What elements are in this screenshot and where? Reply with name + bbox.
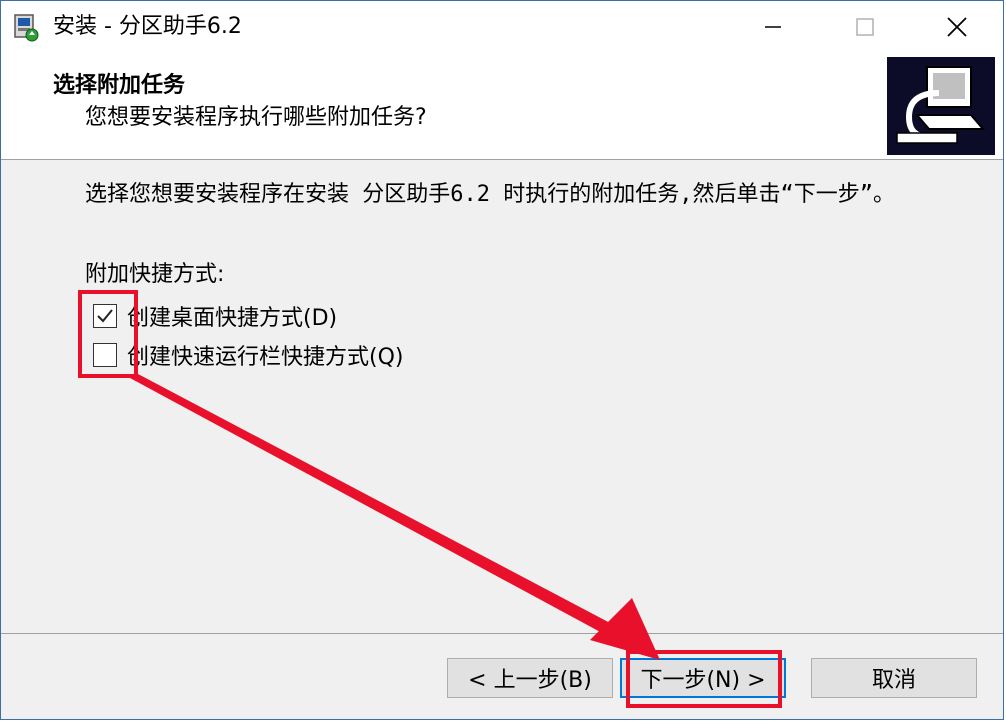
installer-icon (14, 14, 39, 42)
desktop-shortcut-label[interactable]: 创建桌面快捷方式(D) (127, 300, 337, 332)
checkbox-highlight-box (78, 290, 138, 378)
computer-install-icon (887, 57, 995, 155)
shortcut-group-label: 附加快捷方式: (85, 262, 225, 287)
minimize-icon (765, 26, 781, 28)
next-button-highlight-box (626, 650, 782, 708)
minimize-button[interactable] (727, 1, 819, 53)
page-title: 选择附加任务 (53, 73, 186, 98)
footer-divider (1, 633, 1003, 634)
quicklaunch-shortcut-label[interactable]: 创建快速运行栏快捷方式(Q) (127, 339, 403, 371)
cancel-button[interactable]: 取消 (811, 658, 977, 698)
back-button[interactable]: < 上一步(B) (447, 658, 613, 698)
close-icon (947, 17, 967, 37)
wizard-content: 选择您想要安装程序在安装 分区助手6.2 时执行的附加任务,然后单击“下一步”。… (1, 160, 1003, 632)
maximize-icon (856, 18, 874, 36)
page-subtitle: 您想要安装程序执行哪些附加任务? (85, 105, 427, 130)
close-button[interactable] (911, 1, 1003, 53)
title-bar: 安装 - 分区助手6.2 (1, 1, 1003, 53)
wizard-header: 选择附加任务 您想要安装程序执行哪些附加任务? (1, 53, 1003, 160)
maximize-button[interactable] (819, 1, 911, 53)
window-title: 安装 - 分区助手6.2 (53, 14, 242, 39)
quicklaunch-shortcut-option[interactable]: 创建快速运行栏快捷方式(Q) (93, 339, 403, 371)
description-text: 选择您想要安装程序在安装 分区助手6.2 时执行的附加任务,然后单击“下一步”。 (85, 182, 895, 207)
installer-window: 安装 - 分区助手6.2 选择附加任务 您想要安装程序执行哪些附加任务? 选择您… (0, 0, 1004, 720)
